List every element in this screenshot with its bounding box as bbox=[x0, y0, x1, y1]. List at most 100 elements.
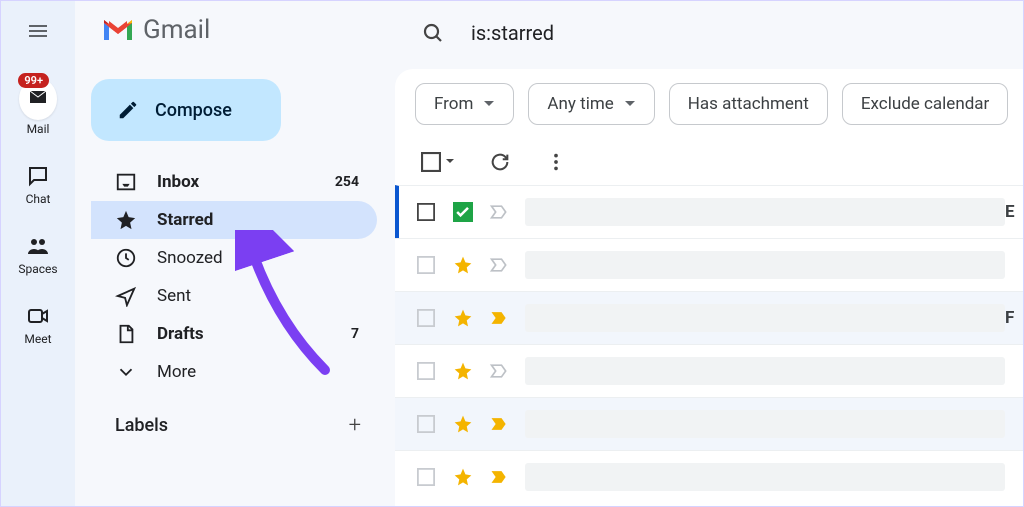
row-star-icon[interactable] bbox=[453, 361, 473, 381]
caret-down-icon bbox=[445, 157, 455, 167]
row-star-icon[interactable] bbox=[453, 308, 473, 328]
main-area: is:starred From Any time Has attachment … bbox=[395, 1, 1023, 506]
nav-label: Snoozed bbox=[157, 248, 359, 268]
chip-label: Has attachment bbox=[688, 94, 809, 114]
nav-count: 254 bbox=[335, 174, 359, 190]
compose-button[interactable]: Compose bbox=[91, 79, 281, 141]
row-importance-icon[interactable] bbox=[489, 308, 509, 328]
add-label-button[interactable]: + bbox=[349, 413, 361, 438]
chip-has-attachment[interactable]: Has attachment bbox=[669, 83, 828, 125]
nav-label: Sent bbox=[157, 286, 359, 306]
rail-label: Mail bbox=[27, 122, 50, 136]
rail-item-chat[interactable]: Chat bbox=[26, 164, 51, 206]
rail-item-meet[interactable]: Meet bbox=[24, 304, 51, 346]
row-tail-char: E bbox=[1005, 202, 1023, 222]
chip-label: Exclude calendar bbox=[861, 94, 989, 114]
search-bar[interactable]: is:starred bbox=[395, 1, 1023, 69]
row-star-icon[interactable] bbox=[453, 414, 473, 434]
pencil-icon bbox=[117, 99, 139, 121]
nav-label: Inbox bbox=[157, 172, 315, 192]
mail-row[interactable]: F bbox=[395, 291, 1023, 344]
labels-heading: Labels bbox=[115, 415, 168, 436]
main-menu-button[interactable] bbox=[26, 19, 50, 43]
row-checkbox[interactable] bbox=[417, 468, 435, 486]
checkbox-icon bbox=[421, 152, 441, 172]
row-star-icon[interactable] bbox=[453, 467, 473, 487]
row-checkbox[interactable] bbox=[417, 415, 435, 433]
mail-row[interactable]: E bbox=[395, 185, 1023, 238]
rail-item-spaces[interactable]: Spaces bbox=[18, 234, 57, 276]
select-all-checkbox[interactable] bbox=[421, 152, 455, 172]
gmail-logo-icon bbox=[101, 17, 135, 43]
row-content-placeholder bbox=[525, 463, 1005, 491]
nav-inbox[interactable]: Inbox 254 bbox=[91, 163, 377, 201]
nav-more[interactable]: More bbox=[91, 353, 377, 391]
mail-row[interactable] bbox=[395, 238, 1023, 291]
search-icon bbox=[421, 21, 445, 45]
row-importance-icon[interactable] bbox=[489, 202, 509, 222]
mail-row[interactable] bbox=[395, 450, 1023, 503]
chevron-down-icon bbox=[115, 361, 137, 383]
caret-down-icon bbox=[483, 98, 495, 110]
mail-icon bbox=[26, 85, 50, 109]
row-checkbox[interactable] bbox=[417, 362, 435, 380]
row-checkbox[interactable] bbox=[417, 309, 435, 327]
row-importance-icon[interactable] bbox=[489, 467, 509, 487]
row-content-placeholder bbox=[525, 357, 1005, 385]
nav-label: More bbox=[157, 362, 359, 382]
search-query: is:starred bbox=[471, 21, 554, 45]
rail-label: Chat bbox=[26, 192, 51, 206]
chip-exclude-calendar[interactable]: Exclude calendar bbox=[842, 83, 1008, 125]
draft-icon bbox=[115, 323, 137, 345]
row-importance-icon[interactable] bbox=[489, 255, 509, 275]
row-content-placeholder bbox=[525, 251, 1005, 279]
row-content-placeholder bbox=[525, 410, 1005, 438]
nav-count: 7 bbox=[351, 326, 359, 342]
inbox-icon bbox=[115, 171, 137, 193]
gmail-logo[interactable]: Gmail bbox=[91, 15, 383, 45]
clock-icon bbox=[115, 247, 137, 269]
mail-unread-badge: 99+ bbox=[18, 73, 49, 88]
chip-label: From bbox=[434, 94, 473, 114]
row-tail-char: F bbox=[1005, 308, 1023, 328]
sidebar: Gmail Compose Inbox 254 Starred Snoozed … bbox=[75, 1, 395, 506]
mail-row[interactable] bbox=[395, 344, 1023, 397]
mail-rows: EF bbox=[395, 185, 1023, 503]
row-checkbox[interactable] bbox=[417, 256, 435, 274]
send-icon bbox=[115, 285, 137, 307]
compose-label: Compose bbox=[155, 100, 232, 121]
rail-item-mail[interactable]: 99+ Mail bbox=[19, 85, 57, 136]
chip-from[interactable]: From bbox=[415, 83, 514, 125]
row-star-icon[interactable] bbox=[453, 255, 473, 275]
nav-sent[interactable]: Sent bbox=[91, 277, 377, 315]
nav-drafts[interactable]: Drafts 7 bbox=[91, 315, 377, 353]
row-importance-icon[interactable] bbox=[489, 414, 509, 434]
chip-label: Any time bbox=[547, 94, 613, 114]
refresh-button[interactable] bbox=[489, 151, 511, 173]
mail-list-container: From Any time Has attachment Exclude cal… bbox=[395, 69, 1023, 506]
row-content-placeholder bbox=[525, 304, 1005, 332]
rail-label: Spaces bbox=[18, 262, 57, 276]
chip-any-time[interactable]: Any time bbox=[528, 83, 654, 125]
meet-icon bbox=[26, 304, 50, 328]
app-name: Gmail bbox=[143, 15, 210, 45]
row-star-icon[interactable] bbox=[453, 202, 473, 222]
nav-label: Starred bbox=[157, 210, 359, 230]
labels-heading-row: Labels + bbox=[91, 391, 383, 444]
nav-label: Drafts bbox=[157, 324, 331, 344]
rail-label: Meet bbox=[24, 332, 51, 346]
app-rail: 99+ Mail Chat Spaces Meet bbox=[1, 1, 75, 506]
mail-row[interactable] bbox=[395, 397, 1023, 450]
nav-starred[interactable]: Starred bbox=[91, 201, 377, 239]
chat-icon bbox=[26, 164, 50, 188]
row-content-placeholder bbox=[525, 198, 1005, 226]
more-actions-button[interactable] bbox=[545, 151, 567, 173]
star-icon bbox=[115, 209, 137, 231]
spaces-icon bbox=[26, 234, 50, 258]
mail-toolbar bbox=[395, 139, 1023, 185]
filter-chips: From Any time Has attachment Exclude cal… bbox=[395, 69, 1023, 139]
caret-down-icon bbox=[624, 98, 636, 110]
row-importance-icon[interactable] bbox=[489, 361, 509, 381]
nav-snoozed[interactable]: Snoozed bbox=[91, 239, 377, 277]
row-checkbox[interactable] bbox=[417, 203, 435, 221]
